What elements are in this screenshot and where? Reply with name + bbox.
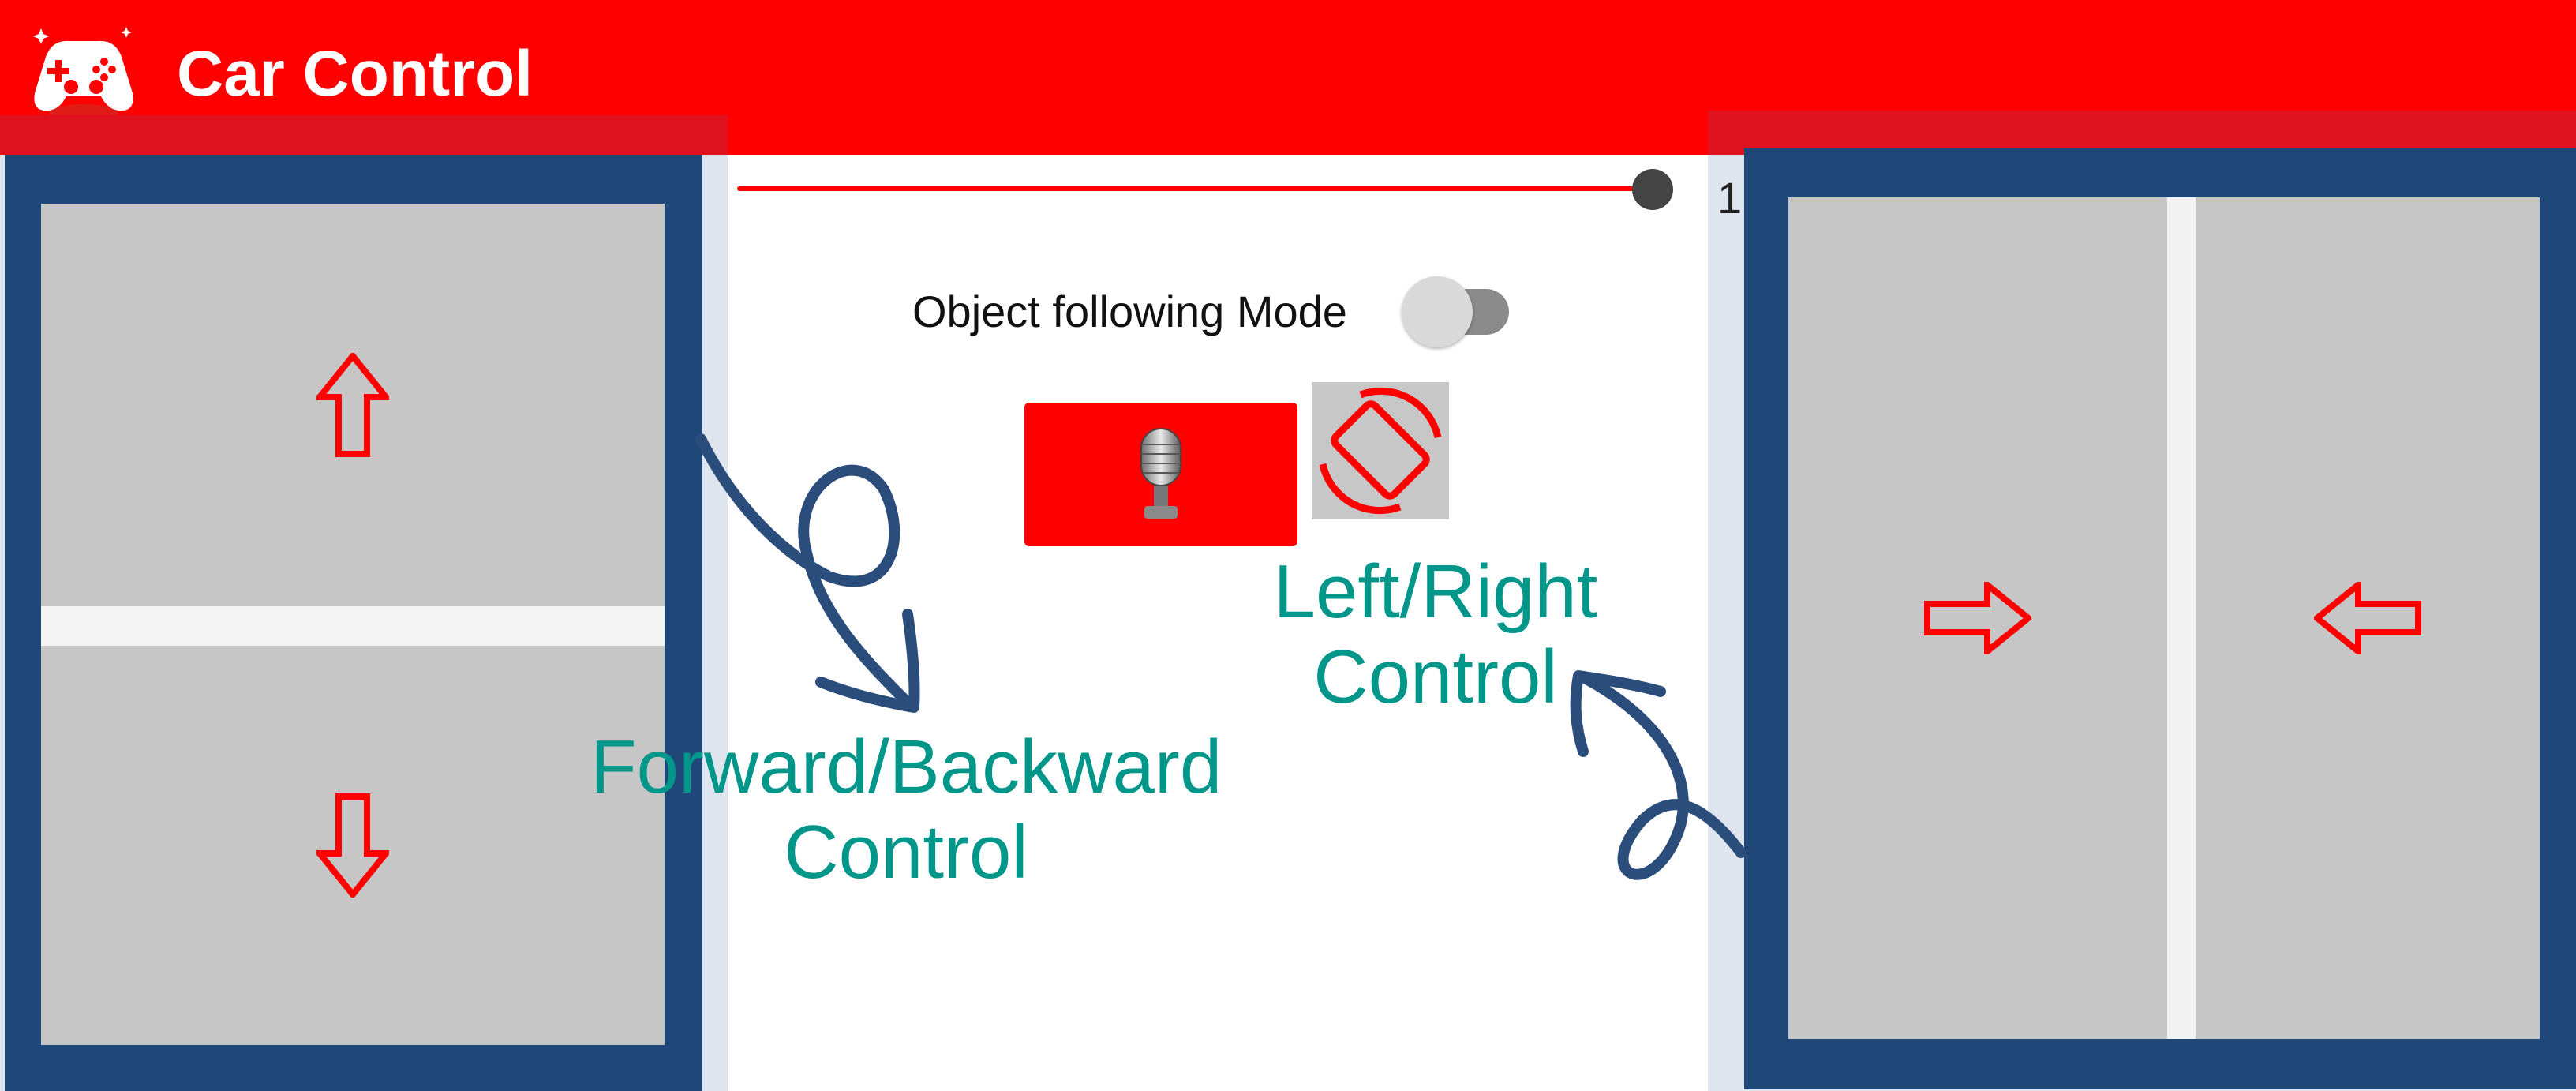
arrow-left-icon bbox=[2314, 582, 2421, 654]
annotation-line: Forward/Backward bbox=[590, 725, 1222, 809]
left-panel-shadow bbox=[0, 115, 728, 155]
speed-slider-value: 1 bbox=[1717, 173, 1743, 223]
forward-backward-annotation: Forward/Backward Control bbox=[590, 725, 1222, 895]
app-title: Car Control bbox=[177, 38, 533, 110]
pad-divider bbox=[2167, 197, 2196, 1039]
left-right-annotation: Left/Right Control bbox=[1258, 549, 1613, 720]
annotation-line: Control bbox=[784, 810, 1028, 894]
object-following-toggle[interactable] bbox=[1402, 276, 1473, 347]
screen-rotation-icon bbox=[1319, 387, 1442, 515]
gamepad-icon bbox=[33, 27, 133, 123]
right-turn-button[interactable] bbox=[1788, 197, 2167, 1039]
object-following-label: Object following Mode bbox=[912, 287, 1347, 336]
speed-slider-track[interactable] bbox=[737, 186, 1653, 191]
voice-command-button[interactable] bbox=[1024, 403, 1297, 546]
speed-slider-thumb[interactable] bbox=[1632, 169, 1673, 210]
forward-button[interactable] bbox=[41, 204, 665, 606]
annotation-line: Control bbox=[1313, 635, 1558, 719]
arrow-right-icon bbox=[1924, 582, 2031, 654]
annotation-line: Left/Right bbox=[1273, 549, 1598, 634]
backward-button[interactable] bbox=[41, 646, 665, 1045]
microphone-icon bbox=[1140, 428, 1181, 519]
pad-divider bbox=[41, 606, 665, 646]
arrow-up-icon bbox=[316, 353, 389, 457]
arrow-down-icon bbox=[316, 793, 389, 898]
left-turn-button[interactable] bbox=[2196, 197, 2540, 1039]
rotate-screen-button[interactable] bbox=[1312, 382, 1449, 519]
